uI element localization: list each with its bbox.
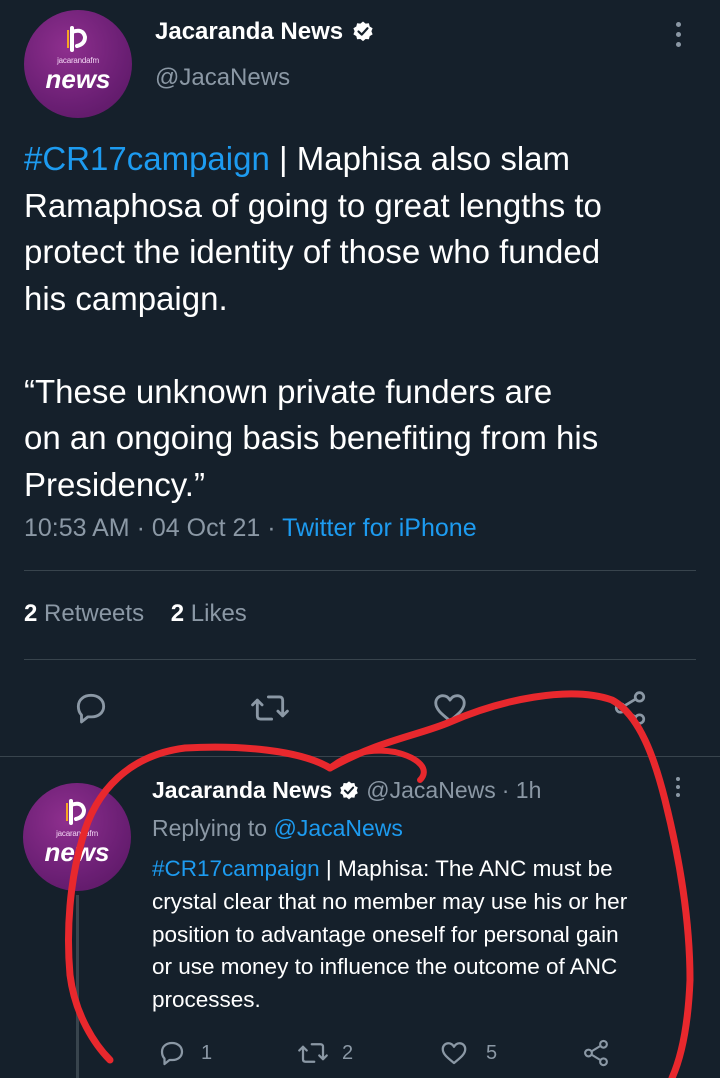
divider-2: [24, 659, 696, 660]
tweet-line-4: his campaign.: [24, 279, 228, 317]
reply-line-1: #CR17campaign | Maphisa: The ANC must be: [152, 856, 613, 881]
tweet-date: 04 Oct 21: [151, 514, 261, 542]
reply-like-action[interactable]: 5: [438, 1038, 497, 1068]
reply-count: 1: [201, 1041, 213, 1064]
tweet-source-link[interactable]: Twitter for iPhone: [282, 514, 477, 542]
hashtag-link[interactable]: #CR17campaign: [24, 140, 270, 177]
verified-badge-icon: [353, 21, 373, 42]
tweet-line-2: Ramaphosa of going to great lengths to: [24, 186, 602, 224]
author-avatar[interactable]: jacarandafm news: [24, 10, 132, 118]
reply-line-5: processes.: [152, 987, 261, 1013]
reply-time-ago: · 1h: [501, 777, 542, 803]
like-icon: [441, 1042, 467, 1065]
reply-author-name[interactable]: Jacaranda News: [152, 777, 332, 804]
reply-author-handle[interactable]: @JacaNews: [366, 777, 495, 804]
author-handle[interactable]: @JacaNews: [155, 64, 290, 92]
tweet-text: #CR17campaign | Maphisa also slam Ramaph…: [24, 136, 714, 508]
tweet-quote-line-2: on an ongoing basis benefiting from his: [24, 419, 599, 456]
reply-reply-action[interactable]: 1: [157, 1038, 212, 1068]
likes-stat[interactable]: 2 Likes: [171, 600, 247, 627]
reply-icon[interactable]: [72, 689, 110, 727]
reply-line-2: crystal clear that no member may use his…: [152, 888, 628, 914]
tweet-meta: 10:53 AM · 04 Oct 21 · Twitter for iPhon…: [24, 514, 477, 542]
reply-author-avatar[interactable]: jacarandafm news: [23, 783, 131, 891]
retweets-stat[interactable]: 2 Retweets: [24, 600, 151, 627]
like-icon[interactable]: [430, 689, 470, 727]
replying-to-handle[interactable]: @JacaNews: [273, 815, 402, 841]
divider-1: [24, 570, 696, 571]
jacaranda-logo-icon: [66, 799, 87, 825]
reply-like-count: 5: [486, 1041, 498, 1064]
reply-line-3: position to advantage oneself for person…: [152, 921, 619, 947]
tweet-line-1: #CR17campaign | Maphisa also slam: [24, 140, 571, 177]
avatar-big-text: news: [45, 64, 111, 94]
verified-badge-icon: [340, 780, 359, 799]
retweet-icon[interactable]: [249, 689, 291, 727]
reply-retweet-action[interactable]: 2: [296, 1038, 353, 1068]
reply-line-4: or use money to influence the outcome of…: [152, 954, 618, 980]
jacaranda-logo-icon: [67, 26, 88, 52]
tweet-quote-line-3: Presidency.”: [24, 465, 205, 503]
author-name[interactable]: Jacaranda News: [155, 18, 343, 46]
reply-icon: [160, 1041, 184, 1066]
retweet-icon: [298, 1043, 328, 1063]
reply-retweet-count: 2: [342, 1041, 354, 1064]
reply-text: #CR17campaign | Maphisa: The ANC must be…: [152, 853, 674, 1017]
more-icon[interactable]: [676, 22, 681, 47]
reply-hashtag-link[interactable]: #CR17campaign: [152, 856, 320, 881]
reply-share-icon[interactable]: [580, 1038, 612, 1073]
thread-line: [76, 895, 79, 1078]
author-name-row[interactable]: Jacaranda News: [155, 18, 375, 46]
tweet-line-3: protect the identity of those who funded: [24, 233, 601, 270]
replying-to: Replying to @JacaNews: [152, 815, 403, 841]
reply-header: Jacaranda News @JacaNews · 1h: [152, 777, 541, 804]
reply-avatar-big-text: news: [44, 837, 110, 867]
divider-3: [0, 756, 720, 757]
tweet-stats: 2 Retweets 2 Likes: [24, 600, 247, 628]
tweet-quote-line-1: “These unknown private funders are: [24, 372, 553, 410]
reply-more-icon[interactable]: [676, 777, 680, 797]
tweet-time: 10:53 AM: [24, 514, 130, 542]
share-icon[interactable]: [610, 689, 650, 727]
